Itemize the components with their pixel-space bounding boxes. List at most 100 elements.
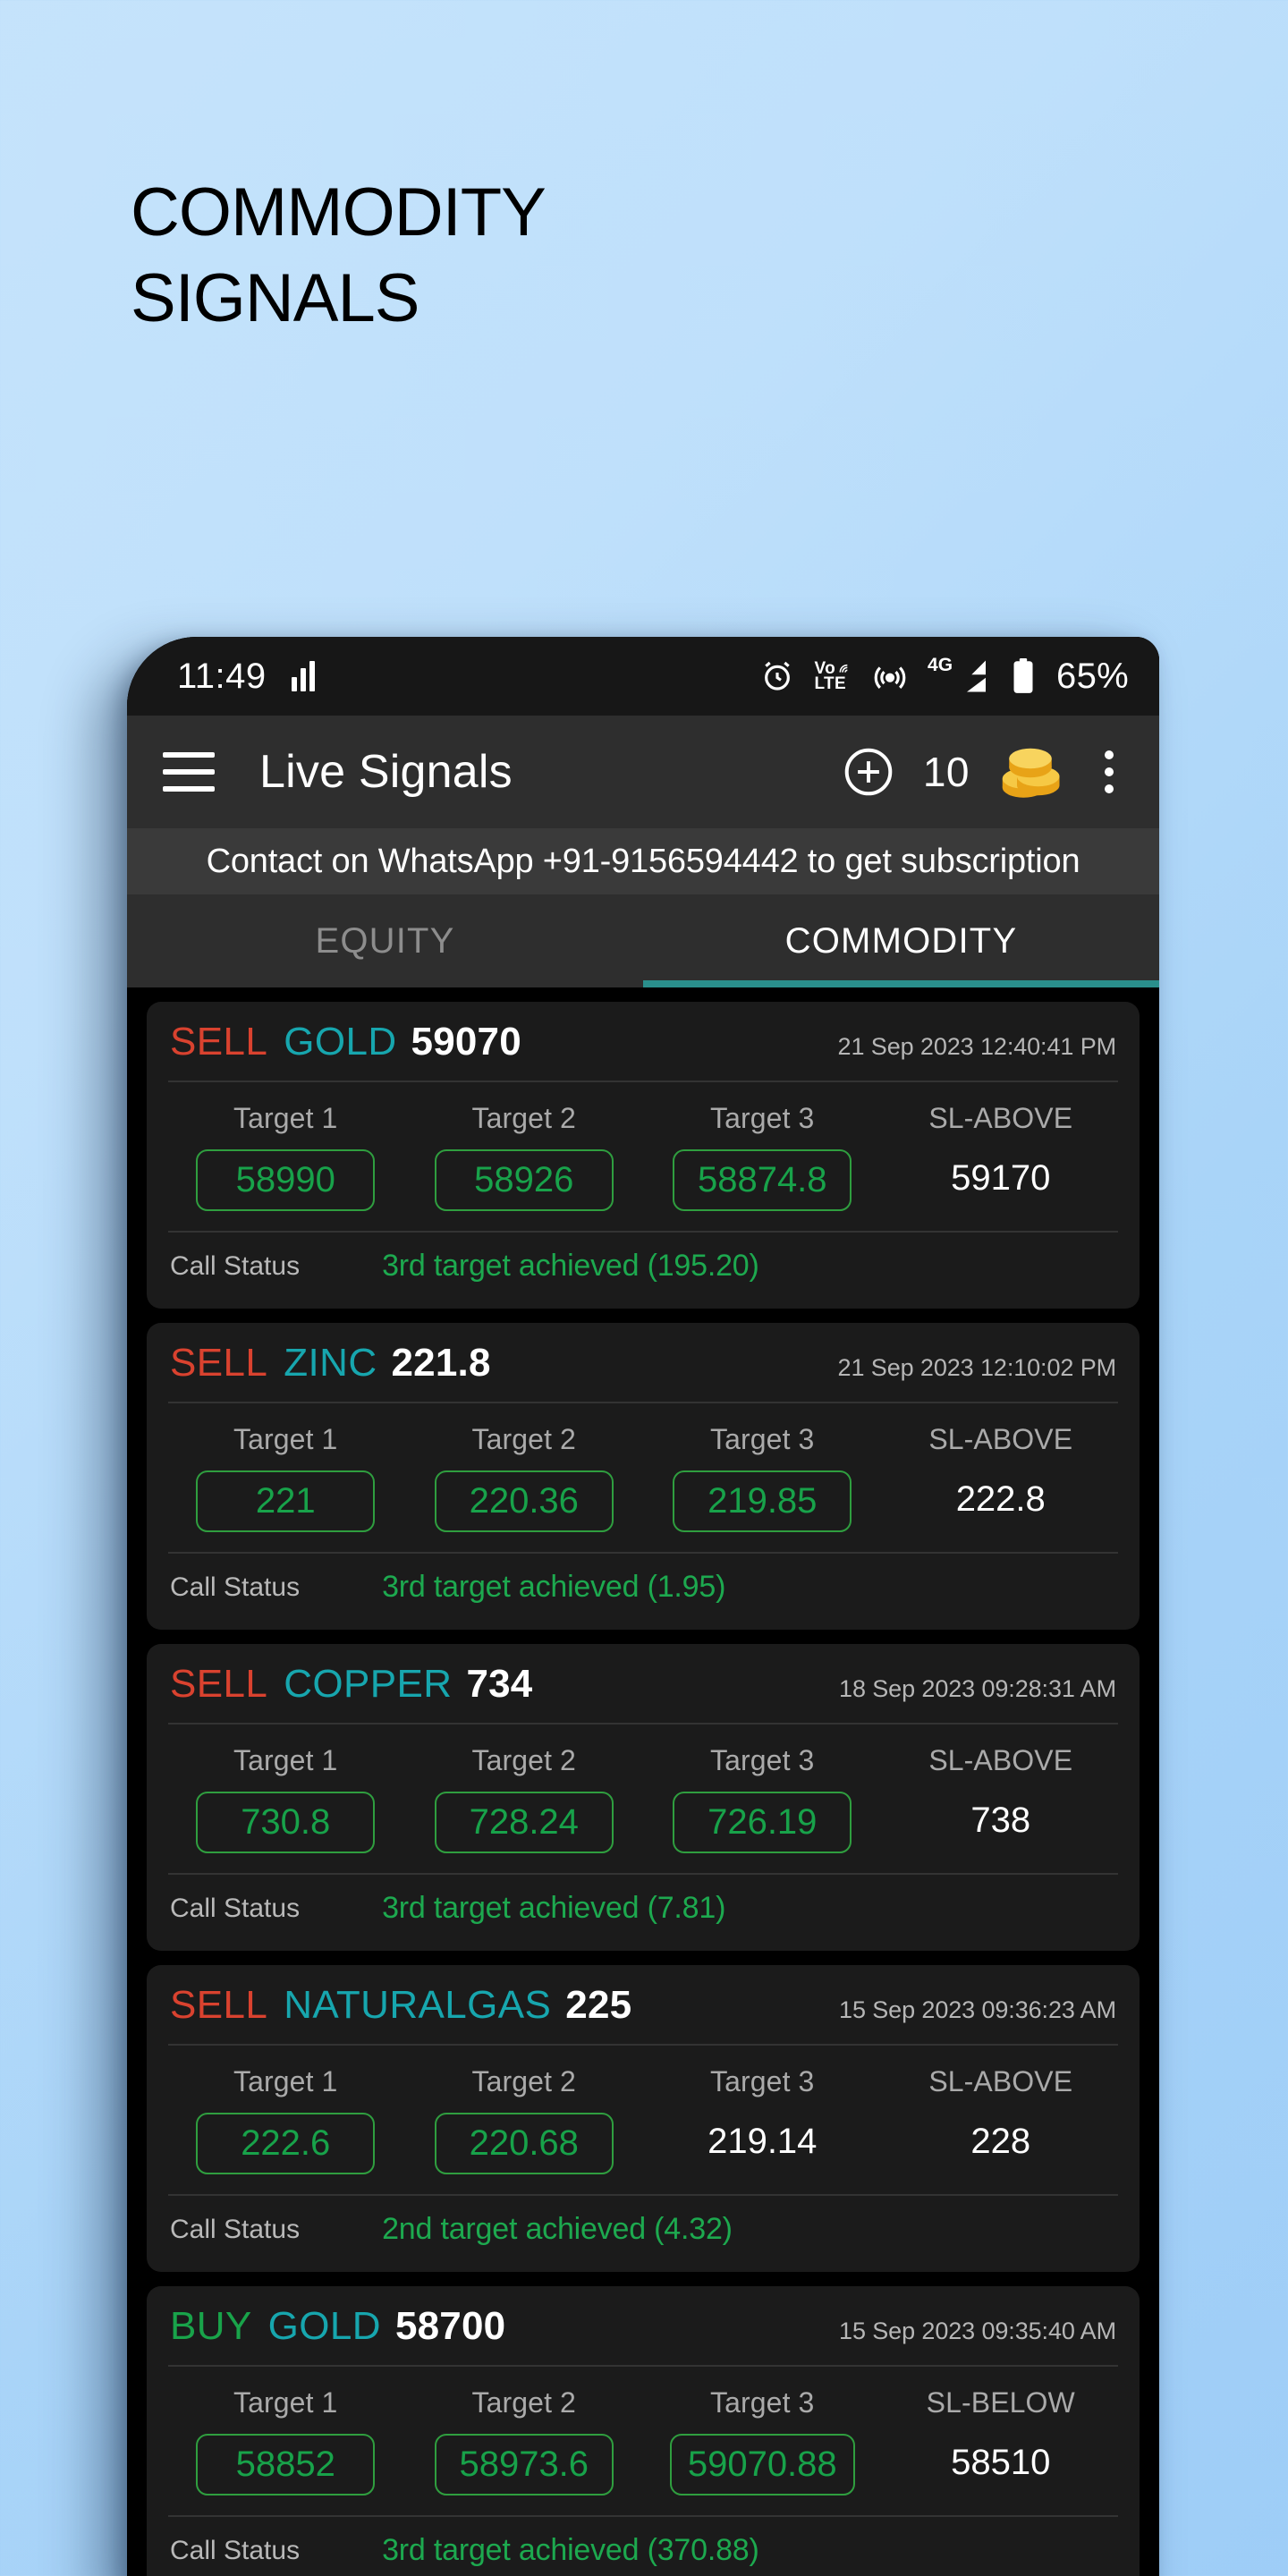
target-1-column: Target 1 58990	[166, 1102, 405, 1211]
stop-loss-label: SL-BELOW	[926, 2386, 1075, 2419]
signal-timestamp: 21 Sep 2023 12:10:02 PM	[837, 1354, 1117, 1381]
signal-side: BUY	[170, 2304, 252, 2348]
target-1-column: Target 1 58852	[166, 2386, 405, 2496]
target-3-value: 59070.88	[669, 2434, 855, 2496]
stop-loss-column: SL-ABOVE 738	[882, 1744, 1121, 1853]
call-status-value: 2nd target achieved (4.32)	[382, 2212, 733, 2246]
tab-indicator	[643, 980, 1159, 987]
signal-side: SELL	[170, 1020, 268, 1063]
signal-entry-price: 225	[565, 1983, 632, 2027]
status-bar-time: 11:49	[177, 656, 267, 696]
signal-timestamp: 15 Sep 2023 09:35:40 AM	[839, 2318, 1116, 2344]
signal-card-header: SELL ZINC 221.8 21 Sep 2023 12:10:02 PM	[147, 1323, 1140, 1402]
call-status-row: Call Status 3rd target achieved (195.20)	[147, 1233, 1140, 1301]
target-2-label: Target 2	[471, 2065, 576, 2097]
target-3-value: 219.14	[708, 2122, 818, 2161]
coin-stack-icon[interactable]	[995, 736, 1066, 808]
target-row: Target 1 58852 Target 2 58973.6 Target 3 5907…	[147, 2367, 1140, 2515]
stop-loss-value: 222.8	[955, 1479, 1046, 1519]
target-3-label: Target 3	[710, 1102, 815, 1134]
target-2-column: Target 2 58973.6	[405, 2386, 644, 2496]
battery-icon	[1012, 657, 1035, 695]
stop-loss-label: SL-ABOVE	[928, 1744, 1073, 1776]
target-1-value: 222.6	[196, 2113, 376, 2174]
target-row: Target 1 221 Target 2 220.36 Target 3 219.85 S…	[147, 1403, 1140, 1552]
app-bar: Live Signals 10	[127, 716, 1159, 828]
call-status-label: Call Status	[170, 1572, 301, 1602]
target-3-label: Target 3	[710, 2386, 815, 2419]
signal-side: SELL	[170, 1662, 268, 1706]
subscription-banner[interactable]: Contact on WhatsApp +91-9156594442 to ge…	[127, 828, 1159, 894]
call-status-row: Call Status 2nd target achieved (4.32)	[147, 2196, 1140, 2265]
kebab-menu-icon[interactable]	[1089, 750, 1129, 793]
stop-loss-column: SL-BELOW 58510	[882, 2386, 1121, 2496]
signal-symbol: NATURALGAS	[284, 1983, 552, 2027]
signal-timestamp: 15 Sep 2023 09:36:23 AM	[839, 1996, 1116, 2023]
target-2-column: Target 2 220.36	[405, 1423, 644, 1532]
signal-timestamp: 18 Sep 2023 09:28:31 AM	[839, 1675, 1116, 1702]
signal-card[interactable]: BUY GOLD 58700 15 Sep 2023 09:35:40 AM Targe…	[147, 2286, 1140, 2576]
target-3-column: Target 3 59070.88	[643, 2386, 882, 2496]
target-1-label: Target 1	[233, 1744, 338, 1776]
tab-equity[interactable]: EQUITY	[127, 894, 643, 987]
signal-entry-price: 734	[466, 1662, 533, 1706]
target-row: Target 1 58990 Target 2 58926 Target 3 58874.…	[147, 1082, 1140, 1231]
stop-loss-label: SL-ABOVE	[928, 1423, 1073, 1455]
app-title: Live Signals	[259, 746, 513, 798]
signal-card-header: SELL NATURALGAS 225 15 Sep 2023 09:36:23 AM	[147, 1965, 1140, 2044]
signal-timestamp: 21 Sep 2023 12:40:41 PM	[837, 1033, 1117, 1060]
phone-mockup: 11:49 Vo LTE 4G 65% Live Signals 10 Cont…	[127, 637, 1159, 2576]
target-3-label: Target 3	[710, 1423, 815, 1455]
tab-commodity[interactable]: COMMODITY	[643, 894, 1159, 987]
target-2-column: Target 2 728.24	[405, 1744, 644, 1853]
call-status-value: 3rd target achieved (1.95)	[382, 1570, 726, 1604]
signal-list[interactable]: SELL GOLD 59070 21 Sep 2023 12:40:41 PM Targ…	[127, 987, 1159, 2576]
hotspot-icon	[872, 658, 908, 694]
hamburger-menu-icon[interactable]	[163, 752, 215, 792]
status-bar: 11:49 Vo LTE 4G 65%	[127, 637, 1159, 716]
stop-loss-value: 58510	[951, 2443, 1051, 2482]
target-3-value: 726.19	[673, 1792, 852, 1853]
target-1-label: Target 1	[233, 1102, 338, 1134]
signal-card-header: SELL GOLD 59070 21 Sep 2023 12:40:41 PM	[147, 1002, 1140, 1080]
signal-card[interactable]: SELL ZINC 221.8 21 Sep 2023 12:10:02 PM Targ…	[147, 1323, 1140, 1630]
signal-side: SELL	[170, 1983, 268, 2027]
alarm-clock-icon	[759, 658, 795, 694]
call-status-value: 3rd target achieved (370.88)	[382, 2533, 759, 2567]
target-1-label: Target 1	[233, 2065, 338, 2097]
plus-circle-icon[interactable]	[841, 744, 896, 800]
call-status-label: Call Status	[170, 2214, 301, 2244]
target-1-value: 58852	[196, 2434, 376, 2496]
target-3-value: 58874.8	[673, 1149, 852, 1211]
signal-card[interactable]: SELL COPPER 734 18 Sep 2023 09:28:31 AM Targ…	[147, 1644, 1140, 1951]
target-1-column: Target 1 730.8	[166, 1744, 405, 1853]
target-2-value: 58973.6	[434, 2434, 614, 2496]
stop-loss-column: SL-ABOVE 228	[882, 2065, 1121, 2174]
target-2-column: Target 2 220.68	[405, 2065, 644, 2174]
target-3-column: Target 3 726.19	[643, 1744, 882, 1853]
signal-card-header: BUY GOLD 58700 15 Sep 2023 09:35:40 AM	[147, 2286, 1140, 2365]
target-3-column: Target 3 219.14	[643, 2065, 882, 2174]
stop-loss-column: SL-ABOVE 222.8	[882, 1423, 1121, 1532]
stop-loss-label: SL-ABOVE	[928, 1102, 1073, 1134]
signal-card[interactable]: SELL GOLD 59070 21 Sep 2023 12:40:41 PM Targ…	[147, 1002, 1140, 1309]
signal-entry-price: 58700	[394, 2304, 506, 2348]
signal-symbol: ZINC	[284, 1341, 377, 1385]
signal-card[interactable]: SELL NATURALGAS 225 15 Sep 2023 09:36:23 AM…	[147, 1965, 1140, 2272]
target-3-label: Target 3	[710, 1744, 815, 1776]
target-2-value: 728.24	[434, 1792, 614, 1853]
target-1-value: 221	[196, 1470, 376, 1532]
target-2-label: Target 2	[471, 1102, 576, 1134]
coin-count: 10	[922, 749, 970, 795]
4g-signal-icon: 4G	[928, 655, 992, 695]
page-title-line-2: SIGNALS	[131, 259, 419, 336]
signal-bars-icon	[291, 661, 315, 691]
target-2-value: 220.36	[434, 1470, 614, 1532]
target-3-column: Target 3 219.85	[643, 1423, 882, 1532]
page-title-line-1: COMMODITY	[131, 174, 547, 250]
target-2-value: 220.68	[434, 2113, 614, 2174]
phone-screen: 11:49 Vo LTE 4G 65% Live Signals 10 Cont…	[127, 637, 1159, 2576]
target-row: Target 1 730.8 Target 2 728.24 Target 3 726.1…	[147, 1724, 1140, 1873]
target-2-label: Target 2	[471, 2386, 576, 2419]
stop-loss-label: SL-ABOVE	[928, 2065, 1073, 2097]
